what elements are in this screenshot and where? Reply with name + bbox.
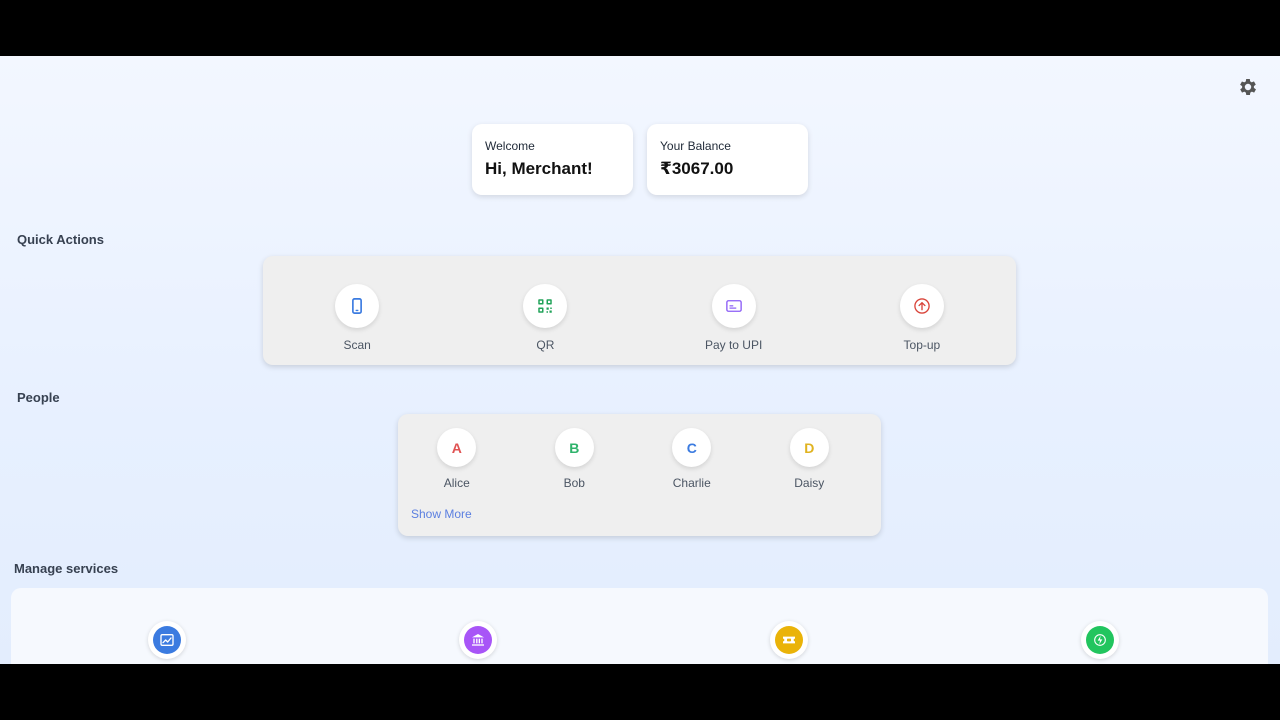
avatar: D bbox=[789, 428, 829, 467]
avatar: C bbox=[672, 428, 712, 467]
person-name: Charlie bbox=[672, 476, 711, 490]
avatar: B bbox=[554, 428, 594, 467]
service-item bbox=[322, 588, 633, 664]
service-ticket-button[interactable] bbox=[769, 621, 808, 659]
quick-action-label: Scan bbox=[343, 338, 371, 352]
service-dot bbox=[774, 626, 803, 654]
service-item bbox=[11, 588, 322, 664]
service-investments-button[interactable] bbox=[147, 621, 186, 659]
quick-action-pay-to-upi[interactable]: Pay to UPI bbox=[640, 256, 828, 365]
people-title: People bbox=[17, 390, 60, 405]
app-viewport: Welcome Hi, Merchant! Your Balance ₹3067… bbox=[0, 56, 1280, 664]
people-panel: A Alice B Bob C Charlie D Daisy Show Mor… bbox=[398, 414, 881, 536]
quick-action-label: QR bbox=[536, 338, 555, 352]
manage-services-title: Manage services bbox=[14, 561, 119, 576]
balance-value: ₹3067.00 bbox=[660, 159, 734, 178]
welcome-label: Welcome bbox=[485, 139, 535, 153]
person-alice[interactable]: A Alice bbox=[398, 428, 516, 490]
service-recharge-button[interactable] bbox=[1080, 621, 1119, 659]
service-dot bbox=[1085, 626, 1114, 654]
scan-icon-circle bbox=[335, 284, 380, 328]
upi-icon-circle bbox=[711, 284, 756, 328]
people-list: A Alice B Bob C Charlie D Daisy bbox=[398, 414, 881, 490]
ticket-icon bbox=[782, 636, 795, 644]
settings-button[interactable] bbox=[1237, 76, 1259, 98]
card-icon bbox=[725, 300, 742, 312]
person-name: Daisy bbox=[794, 476, 825, 490]
summary-cards: Welcome Hi, Merchant! Your Balance ₹3067… bbox=[472, 124, 808, 195]
person-name: Alice bbox=[443, 476, 470, 490]
balance-label: Your Balance bbox=[660, 139, 731, 153]
qr-code-icon bbox=[538, 299, 553, 313]
service-dot bbox=[463, 626, 492, 654]
person-charlie[interactable]: C Charlie bbox=[633, 428, 751, 490]
quick-action-label: Top-up bbox=[903, 338, 941, 352]
phone-icon bbox=[352, 298, 363, 314]
lightning-icon bbox=[1093, 634, 1106, 646]
arrow-up-circle-icon bbox=[914, 298, 930, 314]
service-item bbox=[633, 588, 944, 664]
qr-icon-circle bbox=[523, 284, 568, 328]
service-item bbox=[944, 588, 1255, 664]
person-bob[interactable]: B Bob bbox=[516, 428, 634, 490]
person-daisy[interactable]: D Daisy bbox=[751, 428, 869, 490]
greeting-text: Hi, Merchant! bbox=[485, 159, 593, 178]
avatar: A bbox=[437, 428, 477, 467]
service-bank-button[interactable] bbox=[458, 621, 497, 659]
welcome-card: Welcome Hi, Merchant! bbox=[472, 124, 633, 195]
quick-action-label: Pay to UPI bbox=[704, 338, 763, 352]
person-name: Bob bbox=[563, 476, 585, 490]
chart-icon bbox=[159, 634, 174, 646]
bank-icon bbox=[471, 634, 484, 646]
quick-action-scan[interactable]: Scan bbox=[263, 256, 451, 365]
service-dot bbox=[152, 626, 181, 654]
topup-icon-circle bbox=[899, 284, 944, 328]
quick-action-qr[interactable]: QR bbox=[451, 256, 639, 365]
quick-actions-panel: Scan QR Pay to UPI Top-up bbox=[263, 256, 1016, 365]
gear-icon bbox=[1240, 79, 1256, 95]
show-more-link[interactable]: Show More bbox=[411, 507, 472, 521]
quick-action-top-up[interactable]: Top-up bbox=[828, 256, 1016, 365]
balance-card: Your Balance ₹3067.00 bbox=[647, 124, 808, 195]
quick-actions-title: Quick Actions bbox=[17, 232, 104, 247]
services-panel bbox=[11, 588, 1268, 664]
